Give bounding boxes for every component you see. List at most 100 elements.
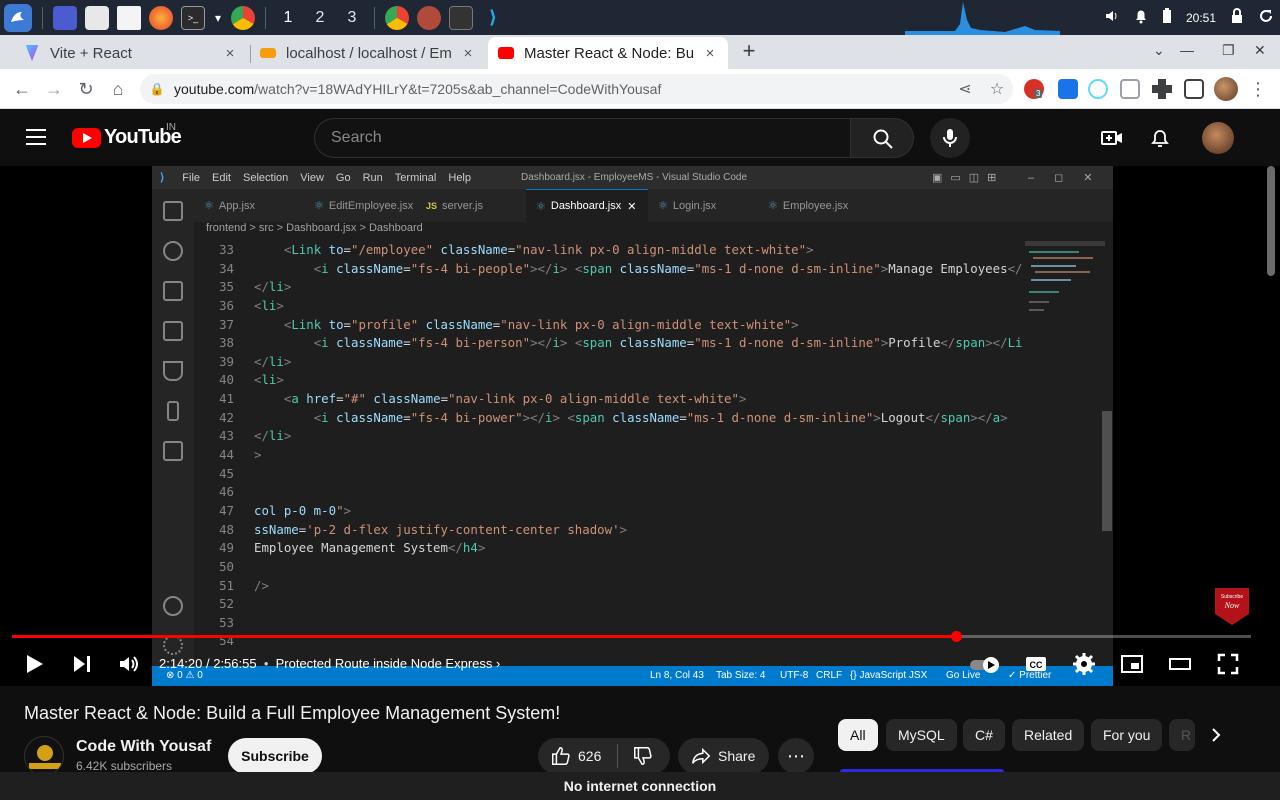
lock-icon[interactable] bbox=[1230, 8, 1244, 27]
close-tab-icon[interactable]: × bbox=[702, 45, 718, 62]
subscribe-button[interactable]: Subscribe bbox=[228, 738, 322, 774]
account-avatar[interactable] bbox=[1202, 122, 1234, 154]
code-token: </ bbox=[254, 428, 269, 444]
terminal-window-icon[interactable] bbox=[449, 5, 473, 30]
battery-icon[interactable] bbox=[1162, 8, 1172, 27]
close-window-icon[interactable]: ✕ bbox=[1254, 42, 1266, 59]
vscode-icon[interactable]: ⟩ bbox=[481, 6, 505, 30]
channel-avatar[interactable] bbox=[24, 736, 64, 776]
code-token: "profile" bbox=[351, 316, 419, 332]
bookmark-star-icon[interactable]: ☆ bbox=[981, 79, 1013, 99]
fullscreen-icon[interactable] bbox=[1216, 652, 1240, 676]
back-icon[interactable]: ← bbox=[10, 77, 34, 101]
browser-tab-phpmyadmin[interactable]: localhost / localhost / Emp × bbox=[250, 37, 486, 69]
react-devtools-icon[interactable] bbox=[1088, 79, 1108, 99]
chip-related[interactable]: Related bbox=[1012, 719, 1085, 751]
forward-icon[interactable]: → bbox=[42, 77, 66, 101]
workspace-3[interactable]: 3 bbox=[336, 9, 368, 27]
code-token: span bbox=[940, 409, 971, 425]
lock-icon[interactable]: 🔒 bbox=[140, 82, 174, 96]
chip-for-you[interactable]: For you bbox=[1091, 719, 1163, 751]
vscode-tab-label: EditEmployee.jsx bbox=[328, 199, 414, 212]
thumbs-down-icon[interactable] bbox=[632, 745, 654, 767]
disabled-app-icon[interactable] bbox=[417, 5, 441, 30]
subtitles-icon[interactable]: CC bbox=[1024, 652, 1048, 676]
refresh-icon[interactable] bbox=[1258, 8, 1274, 27]
play-icon[interactable] bbox=[22, 652, 46, 676]
microphone-icon bbox=[943, 129, 957, 147]
show-desktop-icon[interactable] bbox=[53, 5, 77, 30]
url-text[interactable]: youtube.com/watch?v=18WAdYHILrY&t=7205s&… bbox=[174, 81, 949, 97]
create-video-icon[interactable] bbox=[1100, 126, 1124, 150]
close-tab-icon[interactable]: × bbox=[222, 45, 238, 62]
clock[interactable]: 20:51 bbox=[1186, 11, 1216, 25]
volume-icon[interactable] bbox=[117, 652, 141, 676]
menu-hamburger-icon[interactable] bbox=[26, 129, 46, 147]
extension-c-icon[interactable] bbox=[1120, 79, 1140, 99]
close-tab-icon[interactable]: × bbox=[460, 45, 476, 62]
browser-tab-vite[interactable]: Vite + React × bbox=[14, 37, 248, 69]
line-number: 36 bbox=[219, 297, 234, 313]
like-button[interactable]: 626 bbox=[538, 744, 618, 768]
extension-adblock-icon[interactable]: 3 bbox=[1024, 79, 1044, 99]
browser-profile-avatar[interactable] bbox=[1214, 77, 1238, 101]
restore-icon[interactable]: ❐ bbox=[1222, 42, 1235, 59]
autoplay-toggle-icon[interactable] bbox=[969, 652, 1003, 676]
chevron-right-icon[interactable]: › bbox=[496, 656, 500, 671]
text-editor-icon[interactable] bbox=[117, 5, 141, 30]
address-bar[interactable]: 🔒 youtube.com/watch?v=18WAdYHILrY&t=7205… bbox=[140, 74, 1013, 104]
youtube-logo[interactable]: YouTube bbox=[72, 126, 182, 149]
chevron-right-icon[interactable] bbox=[1206, 725, 1226, 745]
tab-search-icon[interactable]: ⌄ bbox=[1153, 42, 1165, 59]
share-icon[interactable]: ⋖ bbox=[949, 79, 981, 99]
chapter-title[interactable]: Protected Route inside Node Express bbox=[276, 656, 493, 671]
page-scrollbar[interactable] bbox=[1267, 166, 1275, 276]
chip-mysql[interactable]: MySQL bbox=[886, 719, 957, 751]
side-panel-icon[interactable] bbox=[1184, 79, 1204, 99]
extension-translate-icon[interactable] bbox=[1058, 79, 1078, 99]
home-icon[interactable]: ⌂ bbox=[106, 77, 130, 101]
miniplayer-icon[interactable] bbox=[1120, 652, 1144, 676]
search-input[interactable]: Search bbox=[314, 118, 851, 158]
theater-mode-icon[interactable] bbox=[1168, 652, 1192, 676]
code-token: "/employee" bbox=[351, 242, 434, 257]
browser-tab-youtube[interactable]: Master React & Node: Buil × bbox=[488, 37, 728, 69]
chrome-window-icon[interactable] bbox=[385, 5, 409, 30]
chrome-icon[interactable] bbox=[231, 5, 255, 30]
chevron-down-icon[interactable]: ▾ bbox=[213, 6, 223, 30]
channel-name[interactable]: Code With Yousaf bbox=[76, 738, 211, 756]
volume-icon[interactable] bbox=[1104, 8, 1120, 27]
code-token: > bbox=[619, 521, 628, 537]
next-video-icon[interactable] bbox=[70, 652, 94, 676]
search-button[interactable] bbox=[850, 118, 914, 158]
voice-search-button[interactable] bbox=[930, 118, 970, 158]
tab-title: Master React & Node: Buil bbox=[524, 44, 694, 62]
browser-tab-strip: Vite + React × localhost / localhost / E… bbox=[0, 35, 1280, 69]
more-actions-button[interactable]: ⋯ bbox=[778, 738, 814, 774]
settings-gear-icon[interactable] bbox=[1072, 652, 1096, 676]
new-tab-button[interactable]: + bbox=[737, 40, 761, 64]
chip-csharp[interactable]: C# bbox=[963, 719, 1005, 751]
notifications-icon[interactable] bbox=[1134, 8, 1148, 27]
code-token: "nav-link px-0 align-middle text-white" bbox=[500, 316, 792, 332]
share-button[interactable]: Share bbox=[678, 738, 769, 774]
code-token: className bbox=[612, 409, 680, 425]
chip-all[interactable]: All bbox=[838, 719, 878, 751]
video-player[interactable]: ⟩ File Edit Selection View Go Run Termin… bbox=[0, 166, 1280, 686]
chip-truncated[interactable]: R bbox=[1169, 719, 1195, 751]
notifications-bell-icon[interactable] bbox=[1148, 126, 1172, 150]
time-display: 2:14:20 / 2:56:55 • Protected Route insi… bbox=[159, 656, 501, 671]
minimize-icon[interactable]: — bbox=[1180, 42, 1194, 58]
file-manager-icon[interactable] bbox=[85, 5, 109, 30]
reload-icon[interactable]: ↻ bbox=[74, 77, 98, 101]
browser-menu-icon[interactable]: ⋮ bbox=[1246, 77, 1270, 101]
workspace-2[interactable]: 2 bbox=[304, 9, 336, 27]
terminal-icon[interactable]: >_ bbox=[181, 5, 205, 30]
extensions-puzzle-icon[interactable] bbox=[1152, 79, 1172, 99]
workspace-1[interactable]: 1 bbox=[272, 9, 304, 27]
progress-bar[interactable] bbox=[12, 631, 1251, 642]
start-menu-icon[interactable] bbox=[4, 3, 32, 32]
firefox-icon[interactable] bbox=[149, 5, 173, 30]
svg-text:CC: CC bbox=[1030, 660, 1043, 670]
